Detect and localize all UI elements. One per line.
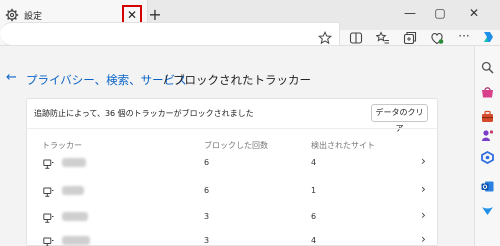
tracker-icon <box>43 187 54 197</box>
blocked-count: 6 <box>204 186 210 195</box>
tab-close-button[interactable]: ✕ <box>127 8 137 22</box>
detected-sites-count: 1 <box>311 186 317 195</box>
detected-sites-count: 4 <box>311 236 317 245</box>
gear-icon <box>5 8 19 22</box>
tools-icon[interactable] <box>481 110 494 123</box>
tracker-row[interactable]: 6 4 › <box>26 150 438 178</box>
tracker-name-redacted <box>62 186 84 195</box>
divider <box>26 128 438 129</box>
tracker-icon <box>43 237 54 246</box>
maximize-button[interactable]: ▢ <box>432 6 448 20</box>
clear-data-button[interactable]: データのクリア <box>371 104 428 133</box>
split-screen-icon[interactable] <box>349 31 363 45</box>
outlook-icon[interactable] <box>481 180 494 193</box>
collections-icon[interactable] <box>403 31 417 45</box>
chevron-right-icon[interactable]: › <box>421 208 426 222</box>
blocked-summary: 追跡防止によって、36 個のトラッカーがブロックされました <box>34 109 254 118</box>
blocked-count: 3 <box>204 212 210 221</box>
blocked-count: 6 <box>204 158 210 167</box>
copilot-icon[interactable] <box>481 30 495 44</box>
back-arrow-icon[interactable]: ← <box>6 70 17 85</box>
tab-title: 設定 <box>24 12 43 22</box>
browser-essentials-icon[interactable] <box>430 31 444 45</box>
tracker-icon <box>43 159 54 169</box>
games-icon[interactable] <box>481 129 494 142</box>
blocked-count: 3 <box>204 236 210 245</box>
chevron-right-icon[interactable]: › <box>421 232 426 246</box>
chevron-right-icon[interactable]: › <box>421 154 426 168</box>
window-close-button[interactable]: ✕ <box>466 6 482 20</box>
chevron-right-icon[interactable]: › <box>421 182 426 196</box>
more-options-icon[interactable]: ··· <box>457 29 471 43</box>
tracker-row[interactable]: 6 1 › <box>26 178 438 206</box>
tracker-name-redacted <box>62 212 88 221</box>
microsoft-365-icon[interactable] <box>481 151 494 164</box>
detected-sites-count: 6 <box>311 212 317 221</box>
tracker-name-redacted <box>62 236 90 245</box>
browser-window: 設定 ✕ + — ▢ ✕ ··· ← プライバシー、検索、サービス / ブロック… <box>0 0 500 246</box>
address-bar[interactable] <box>0 22 340 46</box>
breadcrumb-parent-link[interactable]: プライバシー、検索、サービス <box>26 72 187 88</box>
minimize-button[interactable]: — <box>402 6 418 20</box>
favorites-icon[interactable] <box>376 31 390 45</box>
drop-icon[interactable] <box>481 204 494 217</box>
search-icon[interactable] <box>481 61 494 74</box>
detected-sites-count: 4 <box>311 158 317 167</box>
breadcrumb-separator: / <box>164 72 168 86</box>
page-title: ブロックされたトラッカー <box>173 73 311 87</box>
tracker-name-redacted <box>62 158 86 167</box>
shopping-icon[interactable] <box>481 86 494 99</box>
tracker-row[interactable]: 3 4 › <box>26 228 438 246</box>
favorite-star-icon[interactable] <box>318 31 332 45</box>
tracker-icon <box>43 213 54 223</box>
